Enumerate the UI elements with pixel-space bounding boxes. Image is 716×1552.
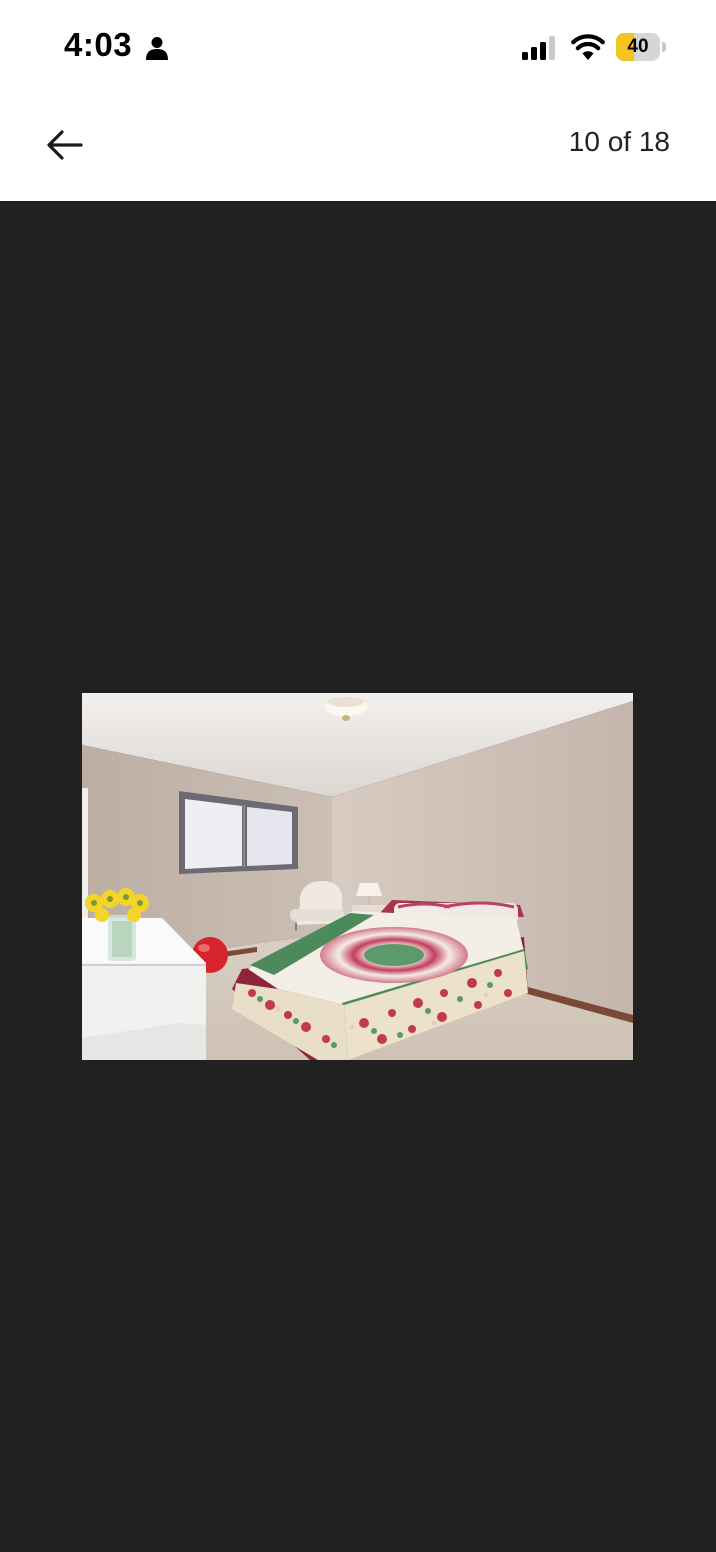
status-bar: 4:03 40 [0, 0, 716, 92]
battery-cap [662, 42, 666, 52]
back-button[interactable] [34, 118, 96, 172]
battery-body: 40 [616, 33, 660, 61]
battery-icon: 40 [616, 33, 666, 61]
person-icon [146, 37, 168, 60]
wifi-icon [571, 34, 605, 60]
battery-level: 40 [627, 36, 649, 57]
photo-counter: 10 of 18 [568, 126, 670, 157]
bedroom-photo[interactable] [82, 693, 633, 1060]
photo-gallery-screen: 4:03 40 10 of 18 [0, 0, 716, 1552]
arrow-left-icon [47, 130, 83, 160]
status-time: 4:03 [64, 26, 133, 63]
cellular-signal-icon [522, 36, 555, 60]
photo-viewer[interactable] [0, 203, 716, 1552]
gallery-header: 10 of 18 [0, 92, 716, 203]
